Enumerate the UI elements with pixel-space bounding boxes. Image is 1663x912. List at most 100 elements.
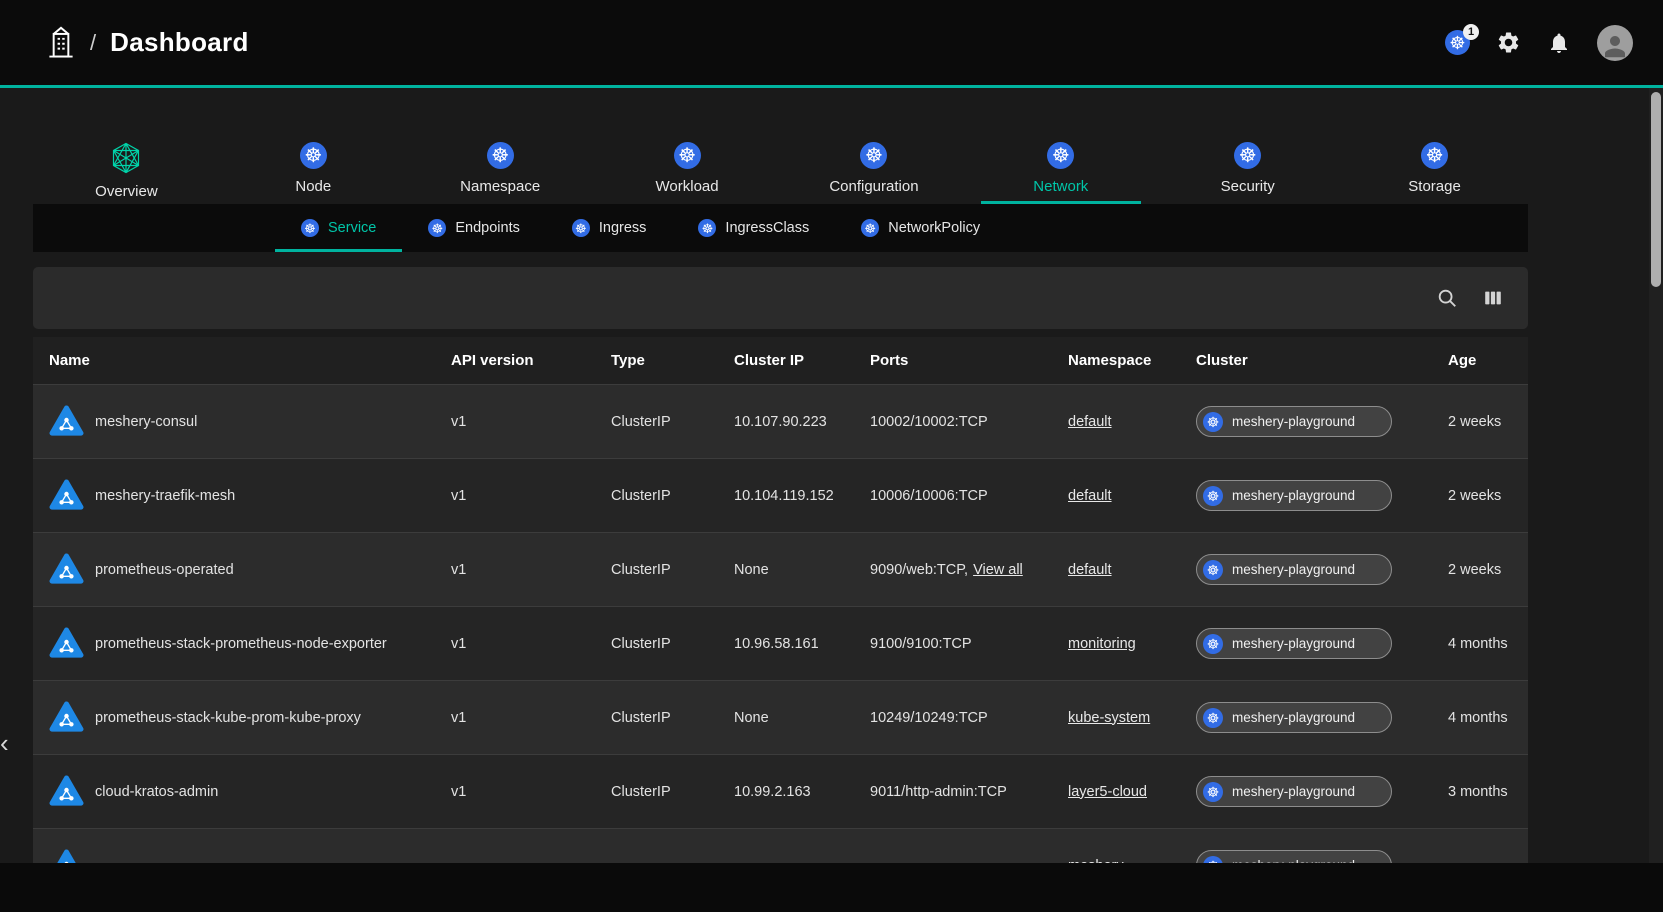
- column-view-button[interactable]: [1482, 287, 1504, 309]
- building-logo-icon[interactable]: [46, 26, 76, 59]
- service-name: meshery-traefik-mesh: [95, 488, 235, 504]
- tab-configuration[interactable]: Configuration: [781, 133, 968, 204]
- meshery-icon: [111, 142, 141, 174]
- cluster-cell: meshery-playground: [1196, 480, 1448, 511]
- ports-cell: 10249/10249:TCP: [870, 710, 1068, 726]
- table-header-row: Name API version Type Cluster IP Ports N…: [33, 337, 1528, 384]
- age-cell: 2 weeks: [1448, 488, 1528, 504]
- service-name: prometheus-stack-kube-prom-kube-proxy: [95, 710, 361, 726]
- cluster-chip[interactable]: meshery-playground: [1196, 554, 1392, 585]
- vertical-scrollbar: [1649, 88, 1663, 912]
- column-header-api-version: API version: [451, 352, 611, 369]
- table-row[interactable]: cloud-kratos-admin v1 ClusterIP 10.99.2.…: [33, 754, 1528, 828]
- cluster-chip[interactable]: meshery-playground: [1196, 776, 1392, 807]
- service-name: meshery-consul: [95, 414, 197, 430]
- kubernetes-icon: [428, 219, 446, 237]
- service-name: prometheus-stack-prometheus-node-exporte…: [95, 636, 387, 652]
- namespace-cell: default: [1068, 414, 1196, 430]
- cluster-chip[interactable]: meshery-playground: [1196, 628, 1392, 659]
- column-header-type: Type: [611, 352, 734, 369]
- kubernetes-context-button[interactable]: 1: [1445, 30, 1470, 55]
- tab-endpoints[interactable]: Endpoints: [402, 204, 546, 252]
- namespace-link[interactable]: default: [1068, 488, 1112, 504]
- namespace-link[interactable]: layer5-cloud: [1068, 784, 1147, 800]
- api-version-cell: v1: [451, 562, 611, 578]
- ports-text: 9090/web:TCP,: [870, 562, 968, 578]
- view-all-link[interactable]: View all: [973, 562, 1023, 578]
- settings-button[interactable]: [1496, 30, 1521, 55]
- column-view-icon: [1482, 287, 1504, 309]
- kubernetes-icon: [860, 142, 887, 169]
- tab-networkpolicy[interactable]: NetworkPolicy: [835, 204, 1006, 252]
- cluster-chip-label: meshery-playground: [1232, 414, 1355, 429]
- search-button[interactable]: [1436, 287, 1458, 309]
- namespace-cell: layer5-cloud: [1068, 784, 1196, 800]
- tab-storage[interactable]: Storage: [1341, 133, 1528, 204]
- ports-text: 10002/10002:TCP: [870, 414, 988, 430]
- kubernetes-icon: [300, 142, 327, 169]
- kubernetes-icon: [487, 142, 514, 169]
- namespace-link[interactable]: monitoring: [1068, 636, 1136, 652]
- cluster-chip[interactable]: meshery-playground: [1196, 702, 1392, 733]
- table-row[interactable]: meshery-consul v1 ClusterIP 10.107.90.22…: [33, 384, 1528, 458]
- network-subtabs: Service Endpoints Ingress IngressClass N…: [33, 204, 1528, 252]
- api-version-cell: v1: [451, 488, 611, 504]
- table-row[interactable]: meshery-traefik-mesh v1 ClusterIP 10.104…: [33, 458, 1528, 532]
- scrollbar-thumb[interactable]: [1651, 92, 1661, 287]
- cluster-chip[interactable]: meshery-playground: [1196, 406, 1392, 437]
- tab-ingressclass[interactable]: IngressClass: [672, 204, 835, 252]
- cluster-chip-label: meshery-playground: [1232, 710, 1355, 725]
- tab-namespace[interactable]: Namespace: [407, 133, 594, 204]
- ports-text: 9100/9100:TCP: [870, 636, 972, 652]
- ports-text: 9011/http-admin:TCP: [870, 784, 1007, 800]
- service-name-cell: prometheus-stack-prometheus-node-exporte…: [49, 626, 451, 661]
- cluster-ip-cell: 10.99.2.163: [734, 784, 870, 800]
- kubernetes-icon: [1203, 486, 1223, 506]
- tab-network[interactable]: Network: [967, 133, 1154, 204]
- table-row[interactable]: prometheus-stack-kube-prom-kube-proxy v1…: [33, 680, 1528, 754]
- service-icon: [49, 700, 84, 735]
- type-cell: ClusterIP: [611, 488, 734, 504]
- notifications-button[interactable]: [1547, 31, 1571, 55]
- tab-node[interactable]: Node: [220, 133, 407, 204]
- column-header-age: Age: [1448, 352, 1528, 369]
- tab-security[interactable]: Security: [1154, 133, 1341, 204]
- subtab-label: Ingress: [599, 220, 647, 236]
- namespace-link[interactable]: kube-system: [1068, 710, 1150, 726]
- table-toolbar: [33, 267, 1528, 329]
- services-table: Name API version Type Cluster IP Ports N…: [33, 337, 1528, 902]
- tab-ingress[interactable]: Ingress: [546, 204, 673, 252]
- column-header-cluster: Cluster: [1196, 352, 1448, 369]
- service-name-cell: prometheus-stack-kube-prom-kube-proxy: [49, 700, 451, 735]
- user-avatar[interactable]: [1597, 25, 1633, 61]
- table-row[interactable]: prometheus-stack-prometheus-node-exporte…: [33, 606, 1528, 680]
- api-version-cell: v1: [451, 414, 611, 430]
- namespace-cell: monitoring: [1068, 636, 1196, 652]
- cluster-chip[interactable]: meshery-playground: [1196, 480, 1392, 511]
- maintab-label: Security: [1221, 178, 1275, 195]
- cluster-cell: meshery-playground: [1196, 628, 1448, 659]
- cluster-chip-label: meshery-playground: [1232, 562, 1355, 577]
- search-icon: [1436, 287, 1458, 309]
- main-content: Overview Node Namespace Workload Configu…: [33, 88, 1528, 902]
- table-body: meshery-consul v1 ClusterIP 10.107.90.22…: [33, 384, 1528, 902]
- service-icon: [49, 552, 84, 587]
- tab-workload[interactable]: Workload: [594, 133, 781, 204]
- column-header-name: Name: [49, 352, 451, 369]
- tab-overview[interactable]: Overview: [33, 133, 220, 204]
- kubernetes-icon: [1421, 142, 1448, 169]
- kubernetes-icon: [1203, 782, 1223, 802]
- table-row[interactable]: prometheus-operated v1 ClusterIP None 90…: [33, 532, 1528, 606]
- namespace-link[interactable]: default: [1068, 414, 1112, 430]
- column-header-cluster-ip: Cluster IP: [734, 352, 870, 369]
- ports-text: 10006/10006:TCP: [870, 488, 988, 504]
- age-cell: 4 months: [1448, 710, 1528, 726]
- namespace-link[interactable]: default: [1068, 562, 1112, 578]
- cluster-chip-label: meshery-playground: [1232, 784, 1355, 799]
- namespace-cell: default: [1068, 562, 1196, 578]
- column-header-ports: Ports: [870, 352, 1068, 369]
- sidebar-collapse-button[interactable]: ‹: [0, 728, 20, 758]
- cluster-ip-cell: 10.107.90.223: [734, 414, 870, 430]
- type-cell: ClusterIP: [611, 636, 734, 652]
- tab-service[interactable]: Service: [275, 204, 402, 252]
